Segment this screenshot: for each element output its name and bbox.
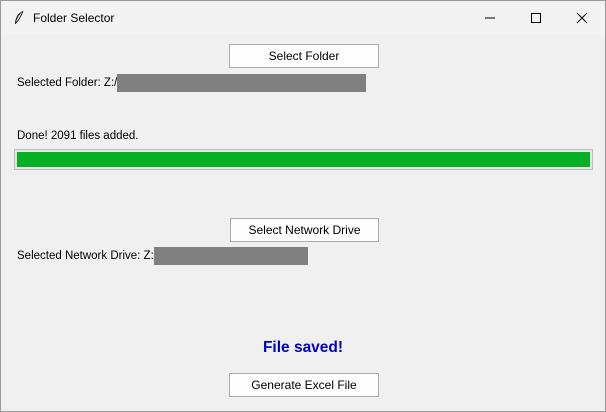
maximize-icon — [531, 13, 541, 23]
close-button[interactable] — [559, 1, 605, 35]
window-title: Folder Selector — [33, 11, 115, 25]
minimize-button[interactable] — [467, 1, 513, 35]
selected-folder-label: Selected Folder: Z:/ — [17, 77, 118, 89]
generate-excel-button[interactable]: Generate Excel File — [229, 373, 379, 397]
redacted-folder-path — [117, 74, 366, 92]
close-icon — [576, 12, 588, 24]
progress-fill — [17, 152, 590, 167]
feather-icon — [12, 10, 26, 26]
selected-network-drive-label: Selected Network Drive: Z: — [17, 250, 154, 262]
progress-bar — [14, 149, 593, 170]
status-message: Done! 2091 files added. — [17, 130, 139, 142]
minimize-icon — [485, 17, 495, 19]
redacted-network-path — [154, 247, 308, 265]
title-bar[interactable]: Folder Selector — [1, 1, 605, 35]
file-saved-message: File saved! — [262, 339, 344, 356]
select-folder-button[interactable]: Select Folder — [229, 44, 379, 68]
app-window: Folder Selector Select Folder Selected F… — [0, 0, 606, 412]
select-network-drive-button[interactable]: Select Network Drive — [230, 218, 379, 242]
maximize-button[interactable] — [513, 1, 559, 35]
